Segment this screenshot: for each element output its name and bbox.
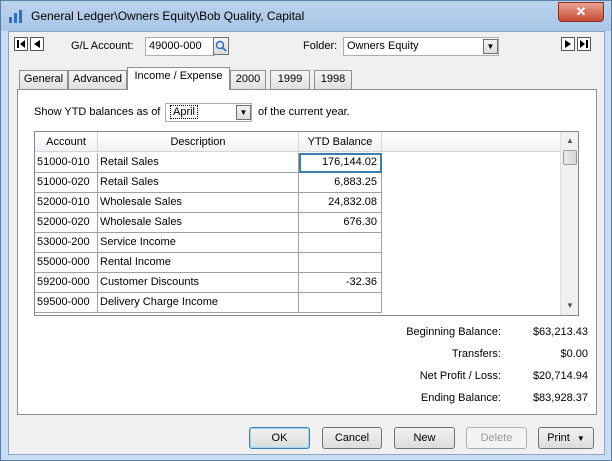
cell-ytd-balance[interactable] [299,253,382,273]
chevron-up-icon: ▲ [566,136,574,145]
tab-general[interactable]: General [19,70,68,89]
cell-description[interactable]: Wholesale Sales [98,193,299,213]
total-value: $0.00 [560,348,588,360]
previous-record-button[interactable] [30,37,44,51]
lookup-button[interactable] [213,37,229,55]
cell-account[interactable]: 52000-020 [35,213,98,233]
total-label: Beginning Balance: [406,326,501,338]
cell-description[interactable]: Service Income [98,233,299,253]
total-value: $83,928.37 [532,392,588,404]
ytd-suffix-label: of the current year. [258,106,350,118]
table-row[interactable]: 59200-000 Customer Discounts -32.36 [35,273,382,293]
chevron-down-icon: ▼ [566,301,574,310]
table-row[interactable]: 59500-000 Delivery Charge Income [35,293,382,313]
cell-account[interactable]: 52000-010 [35,193,98,213]
tab-advanced[interactable]: Advanced [68,70,127,89]
previous-icon [34,40,40,48]
table-row[interactable]: 51000-010 Retail Sales 176,144.02 [35,153,382,173]
table-row[interactable]: 55000-000 Rental Income [35,253,382,273]
total-value: $20,714.94 [532,370,588,382]
title-bar[interactable]: General Ledger\Owners Equity\Bob Quality… [1,1,611,31]
vertical-scrollbar[interactable]: ▲ ▼ [560,132,578,315]
window-title: General Ledger\Owners Equity\Bob Quality… [31,9,305,23]
print-button-label: Print [547,432,570,444]
cell-description[interactable]: Retail Sales [98,173,299,193]
cell-ytd-balance[interactable] [299,233,382,253]
next-record-button[interactable] [561,37,575,51]
total-value: $63,213.43 [532,326,588,338]
close-icon: ✕ [575,4,587,19]
cell-ytd-balance[interactable]: 6,883.25 [299,173,382,193]
folder-dropdown-button[interactable]: ▼ [483,39,498,54]
first-record-icon [17,40,25,48]
ytd-month-dropdown-button[interactable]: ▼ [236,105,251,120]
cell-account[interactable]: 51000-010 [35,153,98,173]
total-label: Ending Balance: [420,392,501,404]
ok-button[interactable]: OK [249,427,310,449]
chart-app-icon [9,10,22,23]
window: General Ledger\Owners Equity\Bob Quality… [0,0,612,461]
close-button[interactable]: ✕ [558,2,604,22]
cell-ytd-balance[interactable]: 676.30 [299,213,382,233]
column-header-description[interactable]: Description [98,132,299,152]
cell-description[interactable]: Rental Income [98,253,299,273]
column-header-ytd-balance[interactable]: YTD Balance [299,132,382,152]
chevron-down-icon: ▼ [576,434,585,443]
chevron-down-icon: ▼ [239,108,248,117]
folder-select[interactable]: Owners Equity [343,37,499,56]
first-record-button[interactable] [14,37,28,51]
cell-account[interactable]: 59200-000 [35,273,98,293]
scroll-down-button[interactable]: ▼ [561,297,578,314]
chevron-down-icon: ▼ [486,42,495,51]
gl-account-label: G/L Account: [71,40,134,52]
gl-account-input[interactable]: 49000-000 [145,37,215,56]
ytd-month-value: April [170,105,199,119]
cell-ytd-balance[interactable]: 176,144.02 [299,153,382,173]
table-row[interactable]: 53000-200 Service Income [35,233,382,253]
cell-description[interactable]: Retail Sales [98,153,299,173]
last-record-icon [580,40,588,48]
cell-description[interactable]: Wholesale Sales [98,213,299,233]
tab-2000[interactable]: 2000 [230,70,266,89]
column-header-account-label: Account [46,136,86,148]
folder-label: Folder: [303,40,338,52]
table-header: Account Description YTD Balance [35,132,560,152]
cell-account[interactable]: 59500-000 [35,293,98,313]
total-label: Net Profit / Loss: [419,370,501,382]
cell-ytd-balance[interactable] [299,293,382,313]
last-record-button[interactable] [577,37,591,51]
delete-button[interactable]: Delete [466,427,527,449]
column-header-account[interactable]: Account [35,132,98,152]
search-icon [215,40,227,52]
table-row[interactable]: 51000-020 Retail Sales 6,883.25 [35,173,382,193]
tab-income-expense[interactable]: Income / Expense [127,67,230,90]
table-row[interactable]: 52000-010 Wholesale Sales 24,832.08 [35,193,382,213]
table-row[interactable]: 52000-020 Wholesale Sales 676.30 [35,213,382,233]
cell-account[interactable]: 53000-200 [35,233,98,253]
new-button[interactable]: New [394,427,455,449]
income-expense-panel: Show YTD balances as of April ▼ of the c… [17,89,597,415]
cell-description[interactable]: Delivery Charge Income [98,293,299,313]
print-button[interactable]: Print ▼ [538,427,594,449]
cell-ytd-balance[interactable]: -32.36 [299,273,382,293]
ytd-prefix-label: Show YTD balances as of [34,106,161,118]
dialog-body: G/L Account: 49000-000 Folder: Owners Eq… [8,31,605,455]
scroll-thumb[interactable] [563,150,577,165]
accounts-table[interactable]: Account Description YTD Balance 51000-01… [34,131,579,316]
scroll-up-button[interactable]: ▲ [561,132,578,149]
cell-description[interactable]: Customer Discounts [98,273,299,293]
cell-account[interactable]: 55000-000 [35,253,98,273]
next-icon [565,40,571,48]
cancel-button[interactable]: Cancel [322,427,382,449]
tab-1998[interactable]: 1998 [314,70,352,89]
total-label: Transfers: [451,348,501,360]
cell-ytd-balance[interactable]: 24,832.08 [299,193,382,213]
tab-1999[interactable]: 1999 [270,70,310,89]
cell-account[interactable]: 51000-020 [35,173,98,193]
